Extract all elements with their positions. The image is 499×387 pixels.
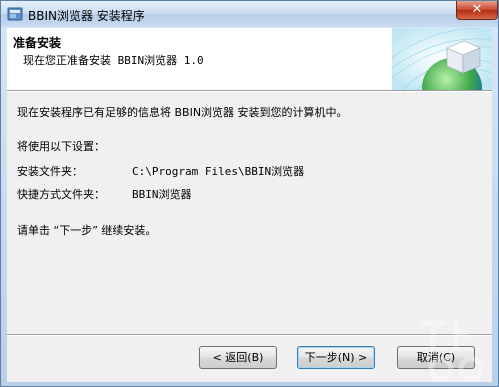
title-bar[interactable]: BBIN浏览器 安装程序 ✕ (1, 1, 498, 27)
header-subtitle: 现在您正准备安装 BBIN浏览器 1.0 (23, 54, 204, 67)
globe-cube-icon (392, 28, 492, 90)
shortcut-folder-label: 快捷方式文件夹： (17, 188, 105, 201)
shortcut-folder-value: BBIN浏览器 (132, 188, 192, 201)
install-folder-label: 安装文件夹： (17, 165, 83, 178)
installer-window: BBIN浏览器 安装程序 ✕ 准备安装 现在您正准备安装 BBIN浏览器 1.0 (0, 0, 499, 387)
window-title: BBIN浏览器 安装程序 (28, 9, 145, 23)
settings-heading: 将使用以下设置： (17, 140, 105, 153)
intro-text: 现在安装程序已有足够的信息将 BBIN浏览器 安装到您的计算机中。 (17, 106, 348, 119)
watermark-logo (419, 319, 484, 382)
instruction-text: 请单击 “下一步” 继续安装。 (17, 224, 157, 237)
header-divider (7, 90, 492, 92)
app-icon (7, 7, 23, 21)
wizard-header: 准备安装 现在您正准备安装 BBIN浏览器 1.0 (7, 28, 492, 90)
install-folder-value: C:\Program Files\BBIN浏览器 (132, 165, 305, 178)
back-button[interactable]: < 返回(B) (199, 346, 277, 369)
close-button[interactable]: ✕ (456, 1, 498, 20)
header-title: 准备安装 (13, 36, 62, 50)
next-button[interactable]: 下一步(N) > (297, 346, 375, 369)
